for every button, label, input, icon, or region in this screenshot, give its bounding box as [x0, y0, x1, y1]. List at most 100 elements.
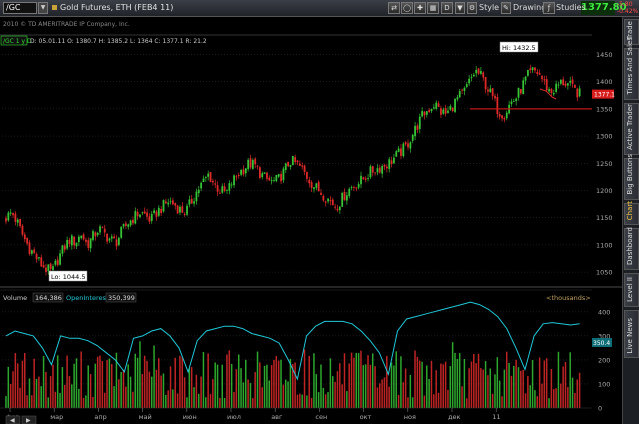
volume-bar [21, 360, 24, 408]
candle [275, 174, 278, 182]
studies-button[interactable]: Studies [556, 3, 586, 12]
volume-bar [287, 381, 289, 408]
zoom-icon[interactable]: ◯ [401, 2, 413, 14]
volume-bar [56, 355, 59, 408]
candle [155, 211, 158, 217]
sidebar-tab-times-and-sales[interactable]: Times And Sales [624, 37, 639, 100]
volume-bar [92, 397, 94, 408]
candle [496, 96, 499, 114]
drawings-icon[interactable]: ✎ [501, 2, 511, 14]
crosshair-icon[interactable]: ✚ [414, 2, 426, 14]
price-tick-label: 1150 [596, 214, 613, 222]
volume-bar [402, 382, 405, 408]
volume-bar [96, 356, 99, 408]
candle [211, 180, 214, 183]
time-tick-label: дек [448, 413, 460, 421]
candle [524, 76, 527, 81]
candle [487, 89, 489, 92]
volume-bar [451, 342, 454, 408]
volume-bar [219, 397, 221, 408]
candle [298, 163, 301, 166]
style-gear-icon[interactable]: ⚙ [467, 2, 477, 14]
volume-bar [209, 394, 212, 408]
volume-bar [555, 388, 557, 408]
candle [407, 143, 409, 148]
volume-bar [120, 371, 122, 408]
price-tick-label: 1400 [596, 78, 613, 86]
grid-icon[interactable]: ▦ [427, 2, 439, 14]
volume-bar [129, 376, 132, 408]
candle [101, 227, 104, 229]
volume-bar [205, 397, 207, 408]
candle [416, 125, 419, 130]
symbol-input[interactable]: /GC [3, 2, 37, 14]
volume-bar [393, 365, 395, 408]
candle [5, 218, 7, 222]
volume-bar [245, 359, 247, 408]
candle [23, 234, 26, 240]
volume-bar [466, 398, 468, 408]
style-button[interactable]: Style [479, 3, 499, 12]
time-tick-label: май [139, 413, 152, 421]
volume-bar [228, 350, 231, 408]
candle [536, 71, 539, 74]
price-tick-label: 1050 [596, 269, 613, 277]
volume-bar [386, 355, 388, 408]
chart-svg[interactable]: 2010 © TD AMERITRADE IP Company, Inc. /G… [0, 17, 622, 424]
volume-bar [534, 390, 536, 408]
studies-icon[interactable]: ƒ [543, 2, 555, 14]
chevron-down-icon[interactable]: ▼ [455, 2, 465, 14]
candle [566, 83, 569, 86]
current-price-label: 1377.1 [594, 91, 615, 98]
chart-area[interactable]: 2010 © TD AMERITRADE IP Company, Inc. /G… [0, 17, 622, 424]
volume-bar [125, 386, 127, 408]
volume-bar [463, 359, 466, 408]
volume-value: 164,386 [35, 294, 62, 302]
sidebar-tab-chart[interactable]: Chart [624, 201, 639, 225]
symbol-dropdown[interactable]: ▼ [38, 2, 48, 14]
volume-bar [158, 358, 160, 408]
candle [172, 200, 174, 205]
candle [7, 212, 10, 221]
period-label[interactable]: /GC 1 y D [3, 38, 32, 45]
volume-bar [517, 367, 520, 408]
volume-bar [541, 383, 543, 408]
sidebar-tab-dashboard[interactable]: Dashboard [624, 227, 639, 270]
candle [440, 108, 442, 115]
candle [204, 176, 207, 178]
candle [108, 238, 111, 241]
sidebar-tab-level-ii[interactable]: Level II [624, 273, 639, 307]
volume-bar [68, 376, 71, 408]
candle [92, 231, 94, 240]
candle [63, 245, 66, 250]
sidebar-tab-big-buttons[interactable]: Big Buttons [624, 154, 639, 200]
candle [324, 201, 327, 203]
candle [219, 192, 221, 194]
candle [261, 173, 264, 178]
volume-bar [259, 362, 261, 408]
candle [30, 250, 33, 254]
price-axis: 1450 1400 1350 1300 1250 1200 1150 1100 1050 [596, 51, 613, 277]
volume-bar [569, 352, 571, 408]
volume-bar [122, 369, 125, 408]
candle [273, 180, 275, 181]
volume-bar [475, 363, 477, 408]
link-icon[interactable]: ⇄ [388, 2, 400, 14]
volume-bar [280, 359, 282, 408]
candle [296, 160, 299, 163]
volume-bar [252, 398, 254, 408]
candle [38, 257, 40, 259]
sidebar-tab-active-trader[interactable]: Active Trader [624, 103, 639, 155]
candle [251, 160, 254, 169]
price-tick-label: 1200 [596, 187, 613, 195]
candle [240, 169, 243, 175]
gold-icon [52, 5, 57, 10]
volume-bar [162, 373, 165, 408]
candle [143, 211, 146, 214]
sidebar-tab-live-news[interactable]: Live News [624, 310, 639, 358]
volume-bar [266, 364, 268, 408]
volume-bar [400, 356, 402, 408]
price-tick-label: 1450 [596, 51, 613, 59]
period-button[interactable]: D [441, 2, 453, 14]
candle [26, 237, 29, 244]
